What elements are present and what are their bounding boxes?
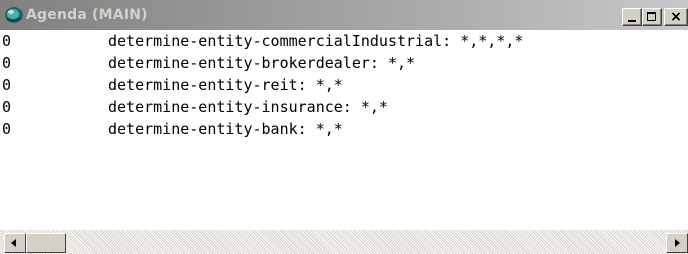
arrow-right-icon bbox=[675, 239, 680, 247]
activation-salience: 0 bbox=[2, 76, 12, 94]
activation-text: determine-entity-commercialIndustrial: *… bbox=[108, 32, 524, 50]
scroll-right-button[interactable] bbox=[666, 233, 688, 253]
activation-salience: 0 bbox=[2, 120, 12, 138]
close-button[interactable]: × bbox=[664, 8, 688, 26]
maximize-icon bbox=[647, 12, 656, 21]
horizontal-scrollbar[interactable] bbox=[0, 230, 688, 254]
scroll-left-button[interactable] bbox=[4, 233, 26, 253]
arrow-left-icon bbox=[11, 239, 16, 247]
agenda-row[interactable]: 0 determine-entity-bank: *,* bbox=[0, 118, 688, 140]
scrollbar-thumb[interactable] bbox=[26, 233, 66, 253]
activation-text: determine-entity-insurance: *,* bbox=[108, 98, 388, 116]
clips-app-icon[interactable] bbox=[4, 6, 24, 24]
agenda-window: Agenda (MAIN) × 0 determine-entity-comme… bbox=[0, 0, 688, 254]
agenda-row[interactable]: 0 determine-entity-reit: *,* bbox=[0, 74, 688, 96]
scrollbar-track[interactable] bbox=[0, 230, 688, 254]
activation-salience: 0 bbox=[2, 98, 12, 116]
close-icon: × bbox=[670, 9, 682, 25]
minimize-button[interactable] bbox=[622, 8, 642, 26]
activation-text: determine-entity-brokerdealer: *,* bbox=[108, 54, 416, 72]
agenda-row[interactable]: 0 determine-entity-commercialIndustrial:… bbox=[0, 30, 688, 52]
agenda-row[interactable]: 0 determine-entity-insurance: *,* bbox=[0, 96, 688, 118]
activation-text: determine-entity-reit: *,* bbox=[108, 76, 343, 94]
agenda-row[interactable]: 0 determine-entity-brokerdealer: *,* bbox=[0, 52, 688, 74]
activation-text: determine-entity-bank: *,* bbox=[108, 120, 343, 138]
maximize-button[interactable] bbox=[642, 8, 662, 26]
minimize-icon bbox=[628, 20, 636, 22]
activation-salience: 0 bbox=[2, 32, 12, 50]
title-bar[interactable]: Agenda (MAIN) × bbox=[0, 0, 688, 30]
agenda-list[interactable]: 0 determine-entity-commercialIndustrial:… bbox=[0, 30, 688, 230]
activation-salience: 0 bbox=[2, 54, 12, 72]
window-title: Agenda (MAIN) bbox=[26, 7, 148, 23]
